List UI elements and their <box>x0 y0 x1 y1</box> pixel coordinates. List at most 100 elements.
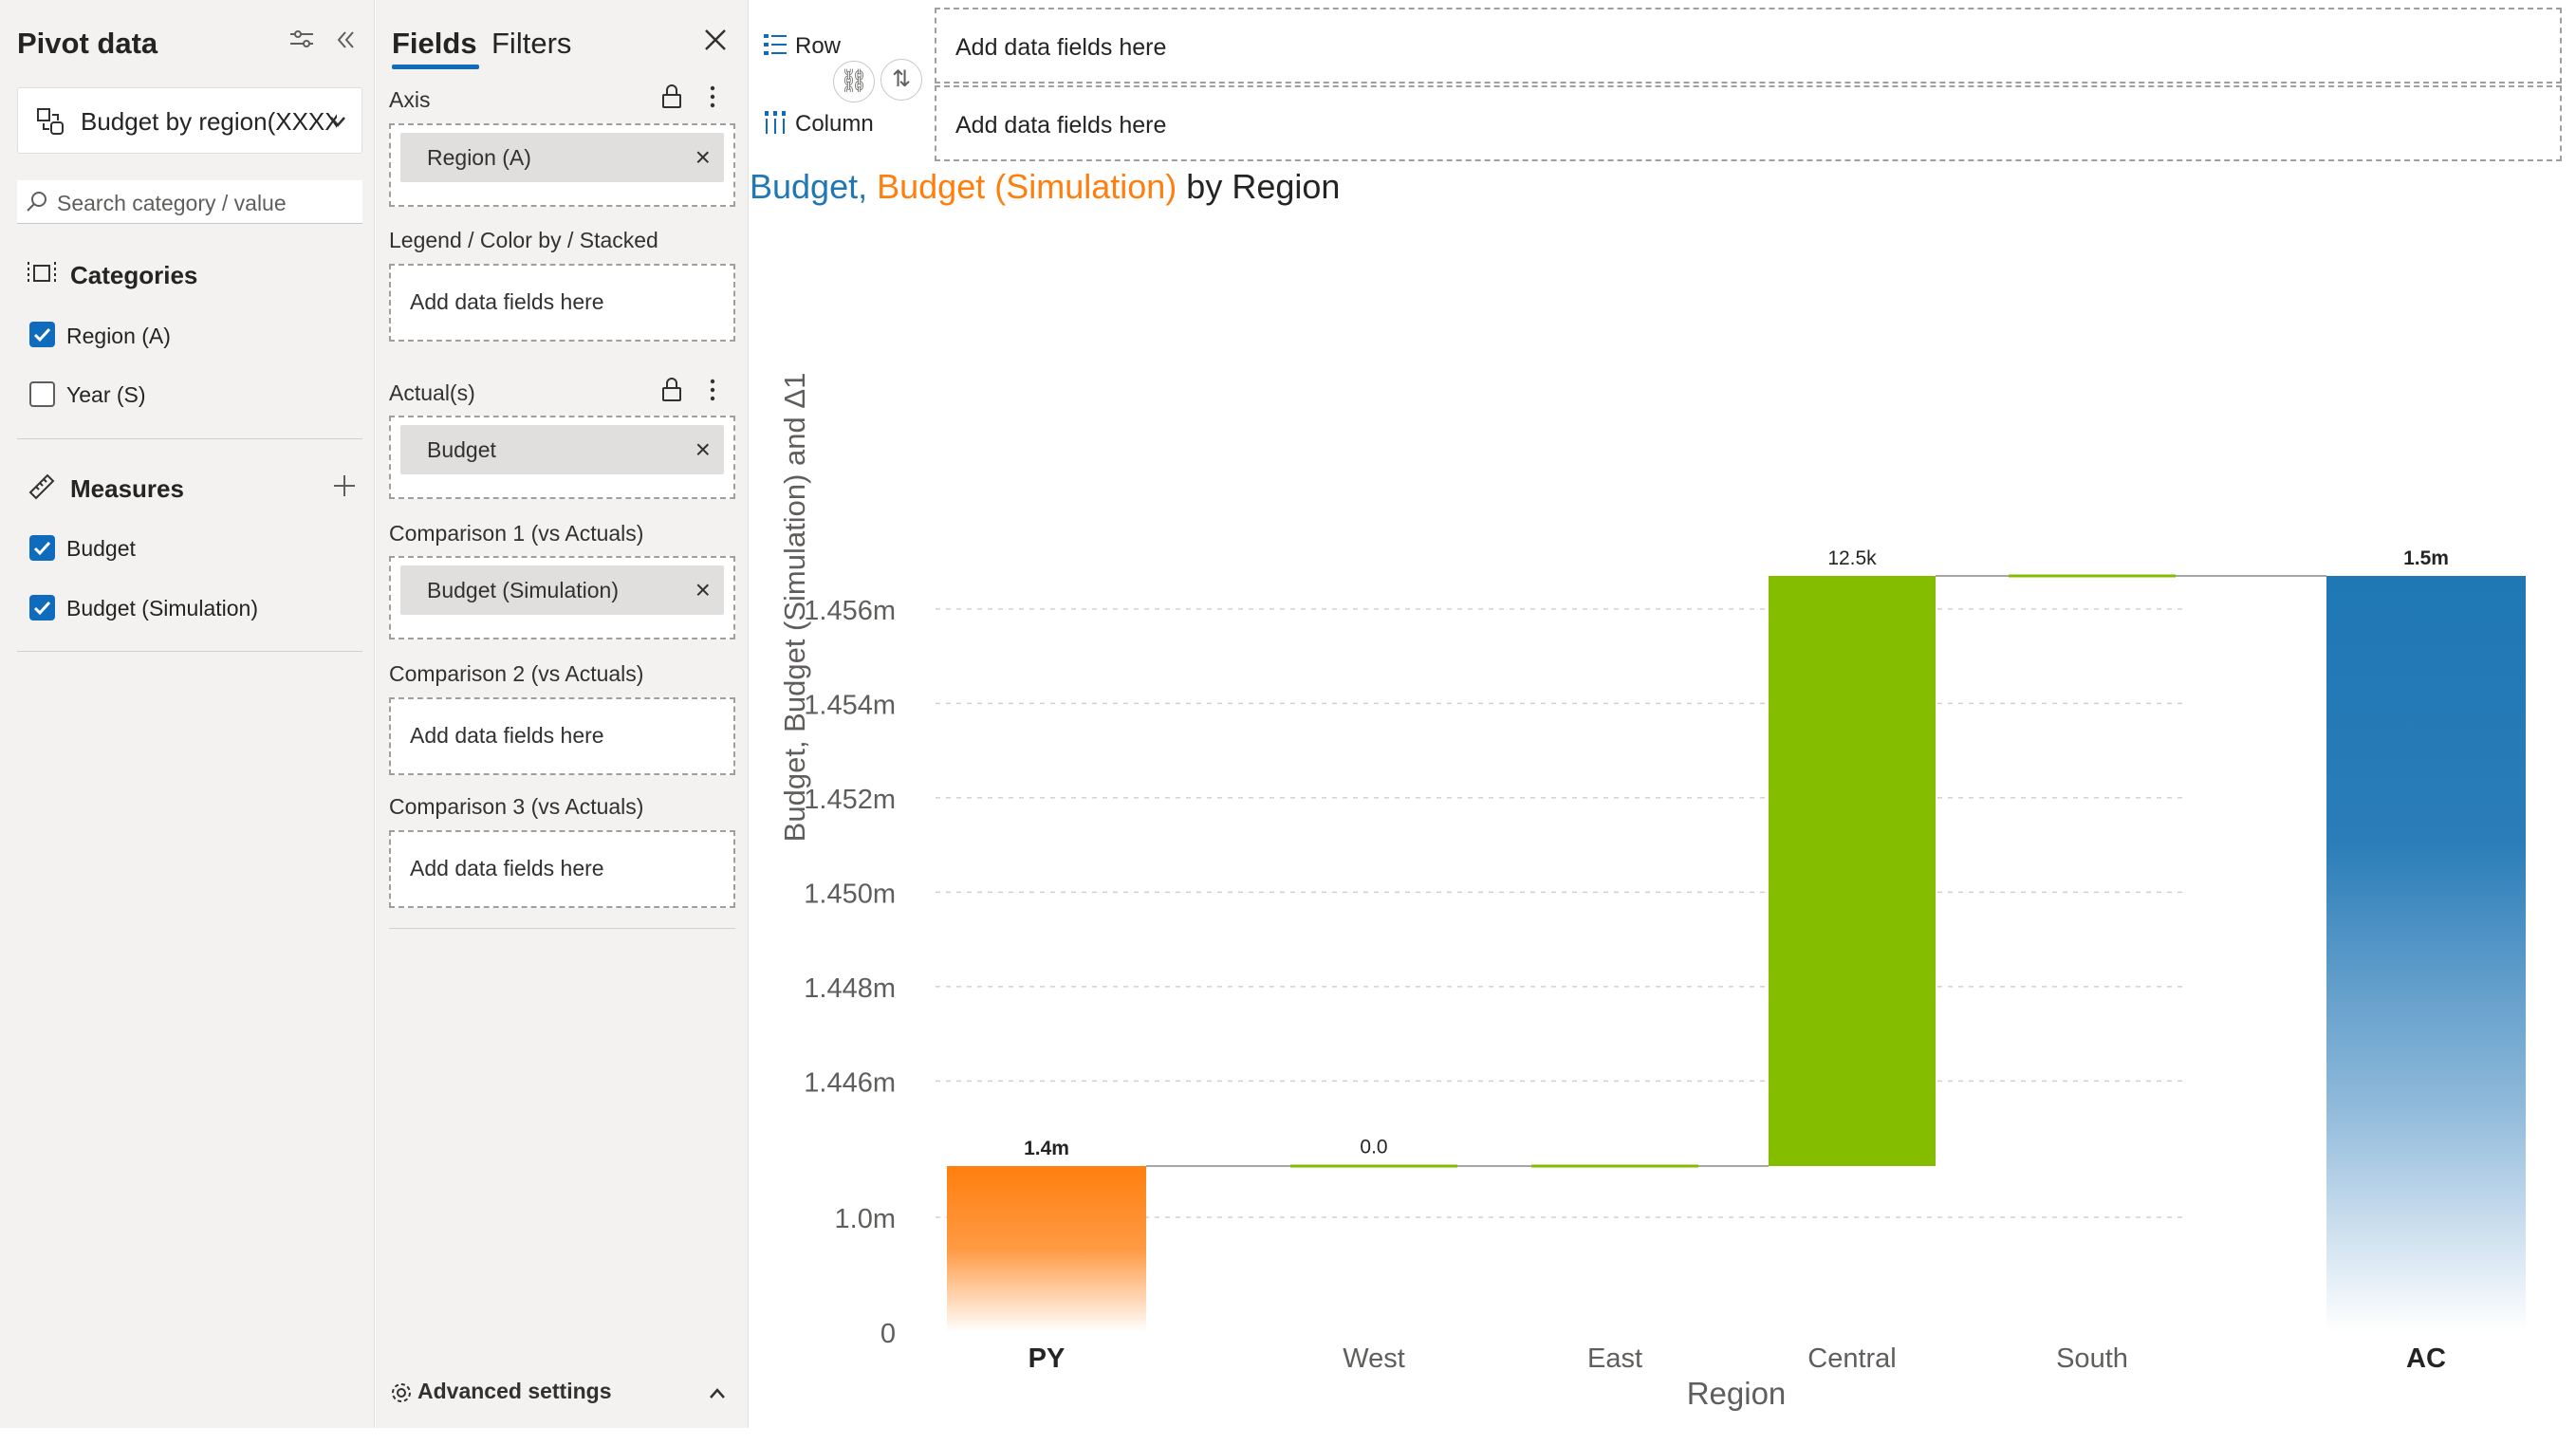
advanced-settings-label[interactable]: Advanced settings <box>417 1379 612 1404</box>
lock-icon[interactable] <box>660 83 683 110</box>
actuals-field-pill[interactable]: Budget × <box>400 425 724 474</box>
comparison2-hint: Add data fields here <box>410 723 604 748</box>
y-tick-label: 1.456m <box>804 596 896 626</box>
settings-sliders-icon[interactable] <box>287 25 317 55</box>
view-selector-dropdown[interactable]: Budget by region(XXXX) <box>17 87 362 154</box>
row-label: Row <box>795 33 842 59</box>
active-tab-indicator <box>392 65 479 69</box>
measure-label-budget: Budget <box>66 536 136 561</box>
checkbox-budget[interactable] <box>29 535 55 561</box>
comparison2-well[interactable]: Add data fields here <box>389 697 735 775</box>
y-tick-label: 1.454m <box>804 690 896 720</box>
section-divider <box>17 438 362 439</box>
more-options-icon[interactable] <box>708 83 717 110</box>
column-drop-zone[interactable]: Add data fields here <box>935 85 2562 161</box>
tab-fields[interactable]: Fields <box>392 27 477 61</box>
checkmark-icon <box>33 601 51 616</box>
category-label-region: Region (A) <box>66 324 171 348</box>
section-divider <box>389 928 735 929</box>
lock-icon[interactable] <box>660 377 683 403</box>
remove-field-icon[interactable]: × <box>695 575 711 605</box>
actuals-label: Actual(s) <box>389 380 475 405</box>
comparison1-well[interactable]: Budget (Simulation) × <box>389 556 735 639</box>
close-icon[interactable] <box>702 27 729 53</box>
waterfall-chart: 0 1.0m 1.446m 1.448m 1.450m 1.452m 1.454m 1.456… <box>778 373 2526 1411</box>
remove-field-icon[interactable]: × <box>695 435 711 465</box>
checkbox-region[interactable] <box>29 322 55 347</box>
y-axis-label: Budget, Budget (Simulation) and Δ1 <box>778 373 811 843</box>
bar-central <box>1769 576 1936 1166</box>
comparison3-label: Comparison 3 (vs Actuals) <box>389 794 644 819</box>
chart-title-part2: Budget (Simulation) <box>877 167 1177 206</box>
y-tick-label: 1.450m <box>804 879 896 909</box>
legend-hint: Add data fields here <box>410 289 604 314</box>
comparison3-well[interactable]: Add data fields here <box>389 830 735 908</box>
column-icon <box>765 111 786 134</box>
y-tick-label: 1.448m <box>804 973 896 1004</box>
x-tick-label: AC <box>2406 1343 2446 1374</box>
checkbox-budget-simulation[interactable] <box>29 595 55 621</box>
more-options-icon[interactable] <box>708 377 717 403</box>
comparison3-hint: Add data fields here <box>410 856 604 880</box>
x-tick-label: East <box>1587 1343 1642 1374</box>
checkbox-year[interactable] <box>29 381 55 407</box>
checkmark-icon <box>33 327 51 343</box>
chart-title-part1: Budget <box>750 167 859 206</box>
legend-well[interactable]: Add data fields here <box>389 264 735 342</box>
comparison1-field-value: Budget (Simulation) <box>427 578 619 602</box>
pivot-data-panel: Pivot data Budget by region(XXXX) Search… <box>0 0 375 1428</box>
x-tick-label: PY <box>1029 1343 1066 1374</box>
actuals-well[interactable]: Budget × <box>389 416 735 499</box>
collapse-panel-icon[interactable] <box>330 25 361 55</box>
visual-area: Row Add data fields here ⛓ ⇅ Column Add … <box>750 0 2576 1445</box>
remove-field-icon[interactable]: × <box>695 142 711 173</box>
gear-icon <box>392 1383 411 1402</box>
tab-filters[interactable]: Filters <box>491 27 571 61</box>
x-axis-label: Region <box>1687 1376 1787 1411</box>
bar-east <box>1531 1164 1698 1168</box>
bar-ac <box>2326 576 2526 1332</box>
column-hint: Add data fields here <box>955 112 1167 139</box>
x-tick-label: South <box>2056 1343 2128 1374</box>
category-label-year: Year (S) <box>66 382 146 407</box>
axis-well[interactable]: Region (A) × <box>389 123 735 207</box>
search-placeholder: Search category / value <box>57 191 287 215</box>
swap-icon[interactable]: ⇅ <box>880 59 922 101</box>
y-tick-label: 0 <box>880 1319 896 1349</box>
add-measure-icon[interactable] <box>332 473 357 498</box>
comparison2-label: Comparison 2 (vs Actuals) <box>389 661 644 686</box>
actuals-field-value: Budget <box>427 437 496 462</box>
measures-title: Measures <box>70 474 184 503</box>
y-tick-label: 1.0m <box>835 1204 896 1234</box>
y-tick-label: 1.446m <box>804 1067 896 1098</box>
data-label-west: 0.0 <box>1360 1137 1387 1158</box>
selected-view-label: Budget by region(XXXX) <box>81 107 337 136</box>
pivot-panel-title: Pivot data <box>17 27 158 60</box>
link-icon[interactable]: ⛓ <box>833 61 875 102</box>
row-list-icon <box>764 34 787 55</box>
row-hint: Add data fields here <box>955 34 1167 61</box>
row-drop-zone[interactable]: Add data fields here <box>935 8 2562 83</box>
checkmark-icon <box>33 541 51 556</box>
chart-title-part3: by Region <box>1177 167 1341 206</box>
x-tick-label: West <box>1343 1343 1405 1374</box>
section-divider <box>17 651 362 652</box>
search-input[interactable]: Search category / value <box>17 180 362 224</box>
axis-field-pill[interactable]: Region (A) × <box>400 133 724 182</box>
chart-title-sep: , <box>858 167 878 206</box>
legend-label: Legend / Color by / Stacked <box>389 228 658 252</box>
data-label-ac: 1.5m <box>2403 547 2449 569</box>
measures-ruler-icon <box>28 473 55 500</box>
chevron-up-icon[interactable] <box>707 1383 728 1404</box>
axis-field-value: Region (A) <box>427 145 531 170</box>
chart-title: Budget, Budget (Simulation) by Region <box>750 167 1340 207</box>
y-tick-label: 1.452m <box>804 785 896 815</box>
axis-label: Axis <box>389 87 431 112</box>
fields-panel: Fields Filters Axis Region (A) × Legend … <box>376 0 749 1428</box>
search-icon <box>27 192 46 212</box>
comparison1-field-pill[interactable]: Budget (Simulation) × <box>400 565 724 615</box>
x-tick-label: Central <box>1807 1343 1897 1374</box>
chevron-down-icon <box>330 117 345 127</box>
bar-py <box>947 1166 1146 1332</box>
categories-title: Categories <box>70 261 198 289</box>
